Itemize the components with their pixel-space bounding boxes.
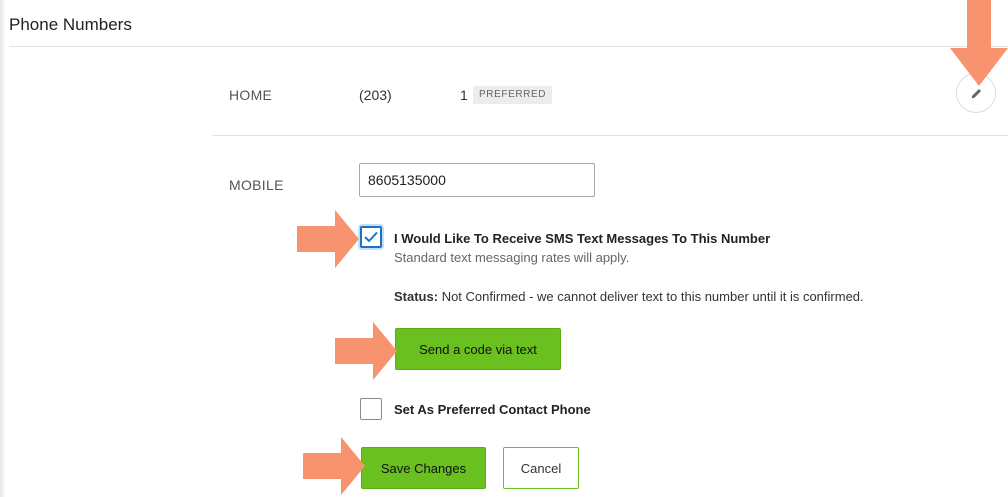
mobile-label: MOBILE: [229, 177, 284, 193]
sms-opt-in-checkbox[interactable]: [360, 226, 382, 248]
save-changes-button[interactable]: Save Changes: [361, 447, 486, 489]
panel-edge-shadow: [0, 0, 6, 497]
preferred-badge: PREFERRED: [473, 86, 553, 104]
send-code-button[interactable]: Send a code via text: [395, 328, 561, 370]
arrow-annotation-icon: [303, 437, 365, 495]
arrow-annotation-icon: [297, 210, 359, 268]
sms-opt-in-label: I Would Like To Receive SMS Text Message…: [394, 231, 771, 246]
row-divider: [212, 135, 1008, 136]
home-number: 1: [460, 87, 468, 103]
section-title: Phone Numbers: [9, 15, 132, 34]
arrow-annotation-icon: [950, 0, 1008, 86]
phone-numbers-panel: Phone Numbers HOME (203) 1 PREFERRED MOB…: [0, 0, 1008, 497]
header-divider: [9, 46, 1008, 47]
arrow-annotation-icon: [335, 322, 397, 380]
status-label: Status:: [394, 289, 439, 304]
home-area-code: (203): [359, 87, 392, 103]
preferred-contact-checkbox[interactable]: [360, 398, 382, 420]
preferred-contact-label: Set As Preferred Contact Phone: [394, 402, 591, 417]
sms-rates-note: Standard text messaging rates will apply…: [394, 250, 630, 265]
status-text: Not Confirmed - we cannot deliver text t…: [441, 289, 864, 304]
home-label: HOME: [229, 87, 273, 103]
checkmark-icon: [364, 231, 378, 243]
cancel-button[interactable]: Cancel: [503, 447, 579, 489]
pencil-icon: [971, 88, 982, 99]
sms-status: Status: Not Confirmed - we cannot delive…: [394, 289, 864, 304]
mobile-phone-input[interactable]: [359, 163, 595, 197]
